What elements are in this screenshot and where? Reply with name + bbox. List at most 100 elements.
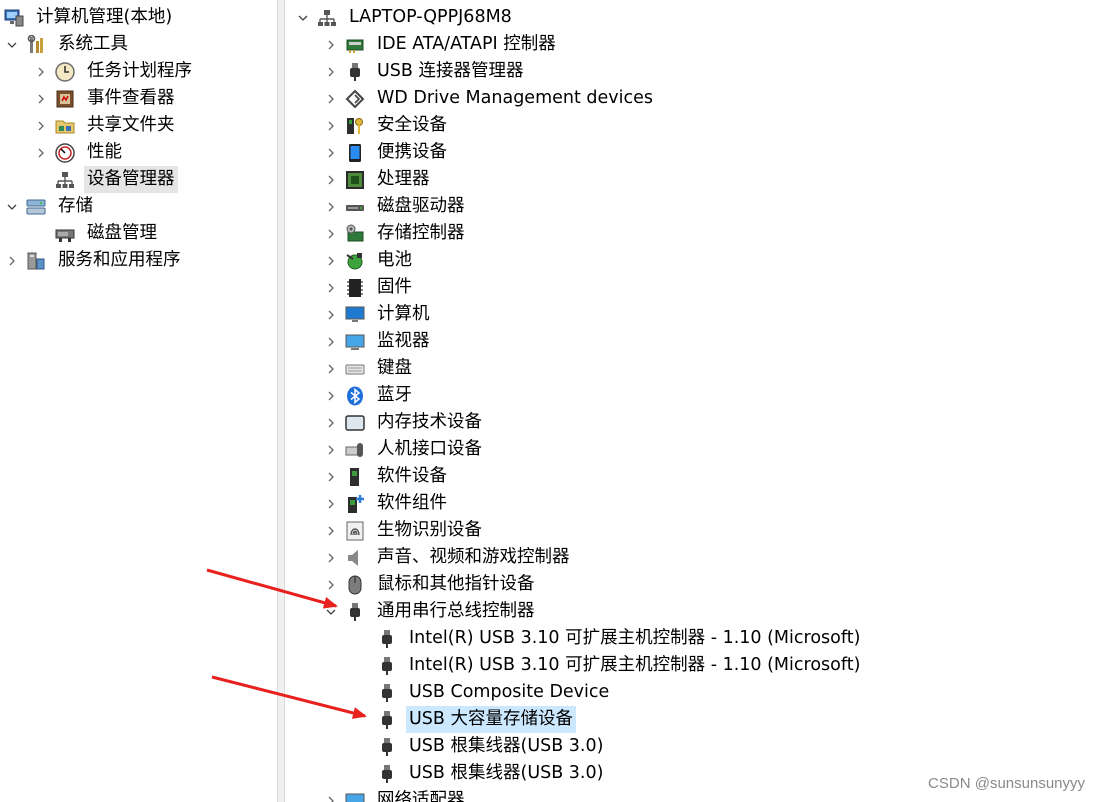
- tree-item-disk-management[interactable]: 磁盘管理: [55, 220, 160, 247]
- tree-item-device-manager[interactable]: 设备管理器: [55, 166, 178, 193]
- tree-label: 内存技术设备: [377, 412, 482, 432]
- category-biometric[interactable]: 生物识别设备: [323, 517, 485, 544]
- category-wd-drive[interactable]: WD Drive Management devices: [323, 85, 656, 112]
- tree-label: 软件设备: [377, 466, 447, 486]
- console-tree-pane: 计算机管理(本地) 系统工具 任务计划程序 事件查看器 共享文件夹 性能 设备管…: [0, 0, 277, 802]
- tree-item-task-scheduler[interactable]: 任务计划程序: [33, 58, 195, 85]
- category-battery[interactable]: 电池: [323, 247, 415, 274]
- category-sound-video[interactable]: 声音、视频和游戏控制器: [323, 544, 573, 571]
- usb-device-item[interactable]: USB 根集线器(USB 3.0): [377, 733, 606, 760]
- pane-splitter[interactable]: [277, 0, 285, 802]
- chevron-right-icon[interactable]: [323, 37, 339, 53]
- tree-label: 共享文件夹: [87, 115, 175, 135]
- chevron-down-icon[interactable]: [323, 604, 339, 620]
- category-usb-connector[interactable]: USB 连接器管理器: [323, 58, 527, 85]
- chevron-right-icon[interactable]: [323, 415, 339, 431]
- chevron-right-icon[interactable]: [4, 253, 20, 269]
- category-keyboards[interactable]: 键盘: [323, 355, 415, 382]
- tree-label: 任务计划程序: [87, 61, 192, 81]
- shared-folder-icon: [55, 116, 75, 136]
- chevron-right-icon[interactable]: [323, 64, 339, 80]
- category-portable[interactable]: 便携设备: [323, 139, 450, 166]
- services-icon: [26, 251, 46, 271]
- chevron-right-icon[interactable]: [323, 253, 339, 269]
- usb-plug-icon: [377, 629, 397, 649]
- chevron-right-icon[interactable]: [323, 442, 339, 458]
- chevron-right-icon[interactable]: [323, 388, 339, 404]
- usb-device-item[interactable]: USB 根集线器(USB 3.0): [377, 760, 606, 787]
- chevron-right-icon[interactable]: [323, 523, 339, 539]
- category-computer[interactable]: 计算机: [323, 301, 433, 328]
- chevron-right-icon[interactable]: [33, 118, 49, 134]
- usb-plug-icon: [377, 683, 397, 703]
- category-processor[interactable]: 处理器: [323, 166, 433, 193]
- tree-item-services-apps[interactable]: 服务和应用程序: [4, 247, 184, 274]
- usb-plug-icon: [345, 62, 365, 82]
- chevron-down-icon[interactable]: [4, 199, 20, 215]
- chevron-right-icon[interactable]: [323, 334, 339, 350]
- tree-label: 存储: [58, 196, 93, 216]
- tree-label: 安全设备: [377, 115, 447, 135]
- chevron-right-icon[interactable]: [323, 496, 339, 512]
- tree-item-computer-root[interactable]: LAPTOP-QPPJ68M8: [295, 4, 515, 31]
- tree-item-computer-management[interactable]: 计算机管理(本地): [4, 4, 175, 31]
- tree-label: WD Drive Management devices: [377, 88, 654, 108]
- chevron-down-icon[interactable]: [295, 10, 311, 26]
- usb-device-item[interactable]: Intel(R) USB 3.10 可扩展主机控制器 - 1.10 (Micro…: [377, 652, 863, 679]
- security-key-icon: [345, 116, 365, 136]
- chevron-right-icon[interactable]: [323, 361, 339, 377]
- monitor-icon: [345, 332, 365, 352]
- chevron-right-icon[interactable]: [323, 199, 339, 215]
- tree-item-system-tools[interactable]: 系统工具: [4, 31, 131, 58]
- category-bluetooth[interactable]: 蓝牙: [323, 382, 415, 409]
- chevron-right-icon[interactable]: [323, 172, 339, 188]
- chevron-right-icon[interactable]: [323, 550, 339, 566]
- category-memory-tech[interactable]: 内存技术设备: [323, 409, 485, 436]
- usb-device-item[interactable]: USB Composite Device: [377, 679, 612, 706]
- chevron-right-icon[interactable]: [323, 226, 339, 242]
- memory-card-icon: [345, 413, 365, 433]
- chevron-down-icon[interactable]: [4, 37, 20, 53]
- tree-item-event-viewer[interactable]: 事件查看器: [33, 85, 178, 112]
- tree-label: 存储控制器: [377, 223, 465, 243]
- usb-plug-icon: [377, 710, 397, 730]
- fingerprint-icon: [345, 521, 365, 541]
- chevron-right-icon[interactable]: [323, 469, 339, 485]
- category-network-adapters[interactable]: 网络适配器: [323, 787, 468, 802]
- disk-drive-icon: [345, 197, 365, 217]
- chevron-right-icon[interactable]: [323, 91, 339, 107]
- computer-management-icon: [4, 8, 24, 28]
- chevron-right-icon[interactable]: [323, 577, 339, 593]
- tree-label: 人机接口设备: [377, 439, 482, 459]
- usb-device-item[interactable]: Intel(R) USB 3.10 可扩展主机控制器 - 1.10 (Micro…: [377, 625, 863, 652]
- chevron-right-icon[interactable]: [323, 280, 339, 296]
- tree-item-shared-folders[interactable]: 共享文件夹: [33, 112, 178, 139]
- chevron-right-icon[interactable]: [33, 91, 49, 107]
- category-storage-controllers[interactable]: 存储控制器: [323, 220, 468, 247]
- category-usb-controllers[interactable]: 通用串行总线控制器: [323, 598, 538, 625]
- chevron-right-icon[interactable]: [323, 307, 339, 323]
- category-software-devices[interactable]: 软件设备: [323, 463, 450, 490]
- category-security[interactable]: 安全设备: [323, 112, 450, 139]
- tree-label: IDE ATA/ATAPI 控制器: [377, 34, 556, 54]
- category-firmware[interactable]: 固件: [323, 274, 415, 301]
- chevron-right-icon[interactable]: [33, 145, 49, 161]
- tree-label: 软件组件: [377, 493, 447, 513]
- category-hid[interactable]: 人机接口设备: [323, 436, 485, 463]
- category-ide[interactable]: IDE ATA/ATAPI 控制器: [323, 31, 559, 58]
- network-adapter-icon: [345, 791, 365, 802]
- chevron-right-icon[interactable]: [33, 64, 49, 80]
- category-software-components[interactable]: 软件组件: [323, 490, 450, 517]
- tree-label: 便携设备: [377, 142, 447, 162]
- usb-mass-storage-item[interactable]: USB 大容量存储设备: [377, 706, 576, 733]
- category-monitors[interactable]: 监视器: [323, 328, 433, 355]
- chevron-right-icon[interactable]: [323, 145, 339, 161]
- category-mice[interactable]: 鼠标和其他指针设备: [323, 571, 538, 598]
- chevron-right-icon[interactable]: [323, 118, 339, 134]
- chevron-right-icon[interactable]: [323, 793, 339, 802]
- category-disk-drives[interactable]: 磁盘驱动器: [323, 193, 468, 220]
- tree-item-performance[interactable]: 性能: [33, 139, 125, 166]
- disk-management-icon: [55, 224, 75, 244]
- tree-item-storage[interactable]: 存储: [4, 193, 96, 220]
- tree-label: 监视器: [377, 331, 430, 351]
